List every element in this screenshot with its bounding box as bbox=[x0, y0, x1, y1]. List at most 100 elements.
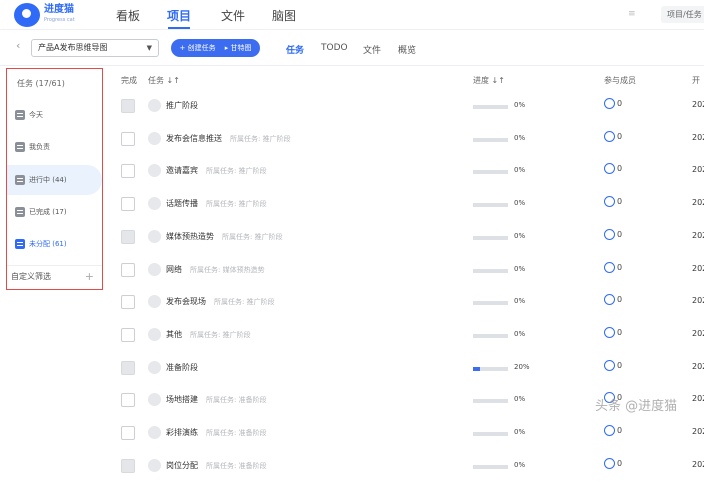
table-row[interactable]: 彩排演练所属任务: 准备阶段 0% 0 202 bbox=[110, 418, 704, 450]
task-name[interactable]: 准备阶段 bbox=[166, 362, 206, 373]
progress-text: 0% bbox=[514, 428, 526, 436]
members-cell[interactable]: 0 bbox=[604, 457, 622, 469]
done-checkbox[interactable] bbox=[121, 458, 135, 473]
project-select[interactable]: 产品A发布思维导图 ▼ bbox=[31, 39, 159, 57]
done-checkbox[interactable] bbox=[121, 360, 135, 375]
task-name[interactable]: 场地搭建 所属任务: 准备阶段 bbox=[166, 394, 267, 405]
progress-bar bbox=[473, 203, 508, 208]
done-checkbox[interactable] bbox=[121, 295, 135, 310]
members-cell[interactable]: 0 bbox=[604, 326, 623, 338]
done-checkbox[interactable] bbox=[121, 164, 135, 179]
members-count: 0 bbox=[617, 327, 623, 337]
task-name[interactable]: 媒体预热造势 所属任务: 推广阶段 bbox=[166, 231, 283, 242]
progress-bar bbox=[473, 170, 508, 175]
table-row[interactable]: 网络所属任务: 媒体预热造势 0% 0 202 bbox=[110, 255, 704, 287]
progress-bar bbox=[473, 399, 508, 404]
members-cell[interactable]: 0 bbox=[604, 98, 622, 109]
members-cell[interactable]: 0 bbox=[604, 163, 623, 175]
task-name[interactable]: 发布会信息推送 所属任务: 推广阶段 bbox=[166, 133, 291, 144]
table-row[interactable]: 推广阶段 0% 0 202 bbox=[110, 91, 704, 123]
header-task[interactable]: 任务 ↓↑ bbox=[148, 75, 180, 86]
members-count: 0 bbox=[617, 164, 623, 174]
progress-text: 0% bbox=[514, 460, 526, 469]
list-icon bbox=[15, 142, 25, 152]
table-row[interactable]: 邀请嘉宾所属任务: 推广阶段 0% 0 202 bbox=[110, 156, 704, 188]
members-cell[interactable]: 0 bbox=[604, 196, 622, 208]
sidebar-item-completed[interactable]: 已完成 (17) bbox=[7, 197, 102, 227]
members-cell[interactable]: 0 bbox=[604, 294, 622, 306]
task-name[interactable]: 发布会现场 所属任务: 推广阶段 bbox=[166, 296, 275, 307]
action-pill: + 创建任务 ▸ 甘特图 bbox=[171, 39, 260, 57]
progress-text: 0% bbox=[514, 264, 526, 273]
task-name[interactable]: 彩排演练 所属任务: 准备阶段 bbox=[166, 427, 267, 438]
filter-icon[interactable]: ≡ bbox=[628, 9, 638, 19]
nav-active-indicator bbox=[168, 27, 190, 29]
sidebar-item-unassigned[interactable]: 未分配 (61) bbox=[7, 229, 102, 259]
done-checkbox[interactable] bbox=[121, 426, 135, 440]
members-count: 0 bbox=[617, 229, 623, 239]
table-row[interactable]: 其他所属任务: 推广阶段 0% 0 202 bbox=[110, 320, 704, 352]
tab-files[interactable]: 文件 bbox=[363, 43, 381, 56]
list-icon bbox=[15, 239, 25, 249]
sidebar-item-in-progress[interactable]: 进行中 (44) bbox=[7, 165, 102, 195]
task-name[interactable]: 网络 所属任务: 媒体预热造势 bbox=[166, 264, 265, 275]
done-checkbox[interactable] bbox=[121, 197, 135, 212]
progress-bar bbox=[473, 366, 508, 371]
table-row[interactable]: 发布会信息推送所属任务: 推广阶段 0% 0 202 bbox=[110, 124, 704, 156]
top-navbar: 进度猫 Progress cat 看板 项目 文件 脑图 ≡ 项目/任务 bbox=[0, 0, 704, 30]
members-icon bbox=[604, 326, 615, 338]
done-checkbox[interactable] bbox=[121, 131, 135, 146]
members-icon bbox=[604, 294, 615, 306]
plus-icon[interactable]: + bbox=[85, 270, 94, 283]
progress-text: 0% bbox=[514, 329, 526, 338]
table-row[interactable]: 发布会现场所属任务: 推广阶段 0% 0 202 bbox=[110, 287, 704, 319]
done-checkbox[interactable] bbox=[121, 393, 135, 408]
task-name[interactable]: 话题传播 所属任务: 推广阶段 bbox=[166, 198, 267, 209]
watermark: 头条 @进度猫 bbox=[595, 399, 678, 414]
tab-overview[interactable]: 概览 bbox=[398, 43, 416, 56]
custom-filter-button[interactable]: 自定义筛选 + bbox=[7, 265, 102, 287]
table-row[interactable]: 准备阶段 20% 0 202 bbox=[110, 353, 704, 385]
header-progress[interactable]: 进度 ↓↑ bbox=[473, 75, 505, 86]
create-task-button[interactable]: + 创建任务 bbox=[180, 39, 216, 57]
task-name[interactable]: 岗位分配 所属任务: 准备阶段 bbox=[166, 460, 267, 471]
tab-tasks[interactable]: 任务 bbox=[286, 43, 304, 56]
done-checkbox[interactable] bbox=[121, 99, 135, 113]
header-members: 参与成员 bbox=[604, 76, 636, 85]
table-row[interactable]: 话题传播所属任务: 推广阶段 0% 0 202 bbox=[110, 189, 704, 221]
table-row[interactable]: 媒体预热造势所属任务: 推广阶段 0% 0 202 bbox=[110, 222, 704, 254]
done-checkbox[interactable] bbox=[121, 262, 135, 277]
sidebar-item-mine[interactable]: 我负责 bbox=[7, 132, 102, 162]
sidebar-item-today[interactable]: 今天 bbox=[7, 100, 102, 130]
members-cell[interactable]: 0 bbox=[604, 130, 622, 142]
members-icon bbox=[604, 98, 615, 109]
task-name[interactable]: 邀请嘉宾 所属任务: 推广阶段 bbox=[166, 165, 267, 176]
done-checkbox[interactable] bbox=[121, 327, 135, 342]
tab-todo[interactable]: TODO bbox=[321, 43, 348, 53]
nav-item-board[interactable]: 看板 bbox=[116, 7, 140, 24]
nav-item-files[interactable]: 文件 bbox=[221, 7, 245, 24]
parent-task: 所属任务: 推广阶段 bbox=[190, 330, 251, 339]
members-cell[interactable]: 0 bbox=[604, 228, 623, 240]
members-count: 0 bbox=[617, 426, 623, 435]
avatar bbox=[148, 393, 161, 407]
table-row[interactable]: 岗位分配所属任务: 准备阶段 0% 0 202 bbox=[110, 451, 704, 483]
back-chevron-icon[interactable]: ‹ bbox=[16, 39, 20, 52]
start-date: 202 bbox=[692, 100, 704, 109]
task-name[interactable]: 推广阶段 bbox=[166, 100, 206, 111]
avatar bbox=[148, 295, 161, 309]
members-cell[interactable]: 0 bbox=[604, 261, 622, 273]
nav-item-project[interactable]: 项目 bbox=[167, 7, 191, 24]
progress-fill bbox=[473, 366, 480, 371]
members-icon bbox=[604, 359, 615, 371]
parent-task: 所属任务: 推广阶段 bbox=[222, 232, 283, 241]
task-name[interactable]: 其他 所属任务: 推广阶段 bbox=[166, 329, 251, 340]
nav-item-mindmap[interactable]: 脑图 bbox=[272, 7, 296, 24]
app-logo[interactable]: 进度猫 Progress cat bbox=[14, 3, 75, 27]
gantt-button[interactable]: ▸ 甘特图 bbox=[225, 39, 252, 57]
members-cell[interactable]: 0 bbox=[604, 425, 622, 436]
progress-bar bbox=[473, 333, 508, 338]
done-checkbox[interactable] bbox=[121, 229, 135, 244]
project-task-button[interactable]: 项目/任务 bbox=[661, 6, 704, 23]
members-cell[interactable]: 0 bbox=[604, 359, 622, 371]
